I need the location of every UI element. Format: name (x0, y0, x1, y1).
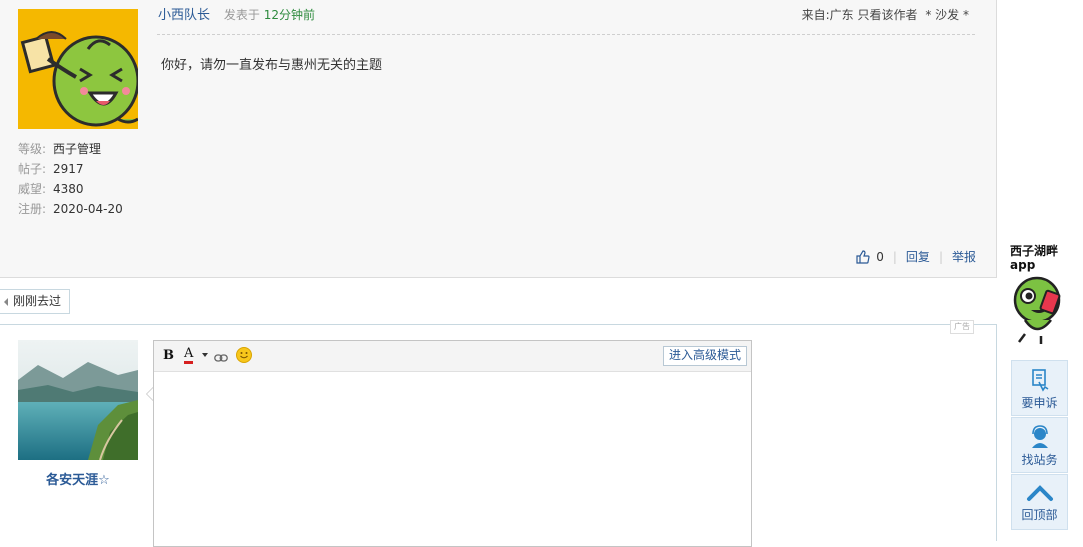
reply-editor: B A 进入高级模式 (153, 340, 752, 547)
recent-visited-label: 刚刚去过 (13, 294, 62, 308)
view-author-link[interactable]: 只看该作者 (858, 8, 918, 22)
support-button[interactable]: 找站务 (1011, 417, 1068, 473)
post-content: 你好，请勿一直发布与惠州无关的主题 (161, 58, 383, 73)
meta-key: 注册: (18, 202, 47, 216)
back-to-top-button[interactable]: 回顶部 (1011, 474, 1068, 530)
meta-key: 帖子: (18, 162, 47, 176)
meta-row: 威望: 4380 (18, 179, 123, 199)
ad-badge: 广告 (950, 320, 974, 334)
smiley-icon[interactable] (236, 347, 252, 363)
thumbs-up-icon (856, 250, 870, 264)
back-to-top-icon (1026, 485, 1053, 501)
appeal-label: 要申诉 (1021, 396, 1058, 410)
reply-textarea[interactable] (154, 372, 751, 546)
link-icon[interactable] (214, 350, 228, 368)
user-avatar[interactable] (18, 340, 138, 460)
post-header: 小西队长 发表于 12分钟前 来自:广东 只看该作者 * 沙发 * (157, 4, 975, 35)
meta-row: 注册: 2020-04-20 (18, 199, 123, 219)
post-header-right: 来自:广东 只看该作者 * 沙发 * (802, 4, 969, 26)
meta-value: 2917 (53, 162, 84, 176)
support-label: 找站务 (1021, 453, 1058, 467)
back-to-top-label: 回顶部 (1021, 508, 1058, 522)
reply-link[interactable]: 回复 (906, 249, 930, 265)
meta-value: 西子管理 (53, 142, 102, 156)
app-logo-text[interactable]: 西子湖畔 app (1010, 244, 1058, 272)
author-meta: 等级: 西子管理 帖子: 2917 威望: 4380 注册: 2020-04-2… (18, 139, 123, 219)
report-link[interactable]: 举报 (952, 249, 976, 265)
meta-value: 2020-04-20 (53, 202, 123, 216)
post-card: 等级: 西子管理 帖子: 2917 威望: 4380 注册: 2020-04-2… (0, 0, 997, 278)
like-button[interactable]: 0 (856, 249, 884, 265)
meta-value: 4380 (53, 182, 84, 196)
divider: | (892, 250, 897, 264)
meta-row: 帖子: 2917 (18, 159, 123, 179)
post-actions: 0 | 回复 | 举报 (856, 249, 976, 265)
appeal-button[interactable]: 要申诉 (1011, 360, 1068, 416)
app-mascot-icon[interactable] (1011, 272, 1067, 349)
chevron-down-icon[interactable] (202, 353, 208, 357)
app-logo-line2: app (1010, 258, 1036, 272)
app-logo-line1: 西子湖畔 (1010, 244, 1059, 258)
posted-time: 12分钟前 (263, 8, 315, 22)
author-avatar[interactable] (18, 9, 138, 129)
recent-visited-tab[interactable]: 刚刚去过 (0, 289, 71, 314)
caret-left-icon (4, 297, 8, 306)
editor-toolbar: B A 进入高级模式 (154, 341, 751, 372)
font-color-icon[interactable]: A (184, 347, 194, 364)
meta-key: 威望: (18, 182, 47, 196)
bold-icon[interactable]: B (163, 347, 174, 365)
support-icon (1031, 425, 1048, 448)
meta-key: 等级: (18, 142, 47, 156)
advanced-mode-button[interactable]: 进入高级模式 (662, 346, 747, 366)
appeal-icon (1031, 369, 1048, 392)
posted-prefix: 发表于 (223, 8, 260, 22)
post-location: 来自:广东 (801, 8, 854, 22)
author-link[interactable]: 小西队长 (158, 8, 210, 23)
floor-label: * 沙发 * (925, 8, 969, 22)
like-count: 0 (876, 250, 884, 264)
divider: | (938, 250, 943, 264)
current-username[interactable]: 各安天涯☆ (18, 469, 138, 488)
meta-row: 等级: 西子管理 (18, 139, 123, 159)
